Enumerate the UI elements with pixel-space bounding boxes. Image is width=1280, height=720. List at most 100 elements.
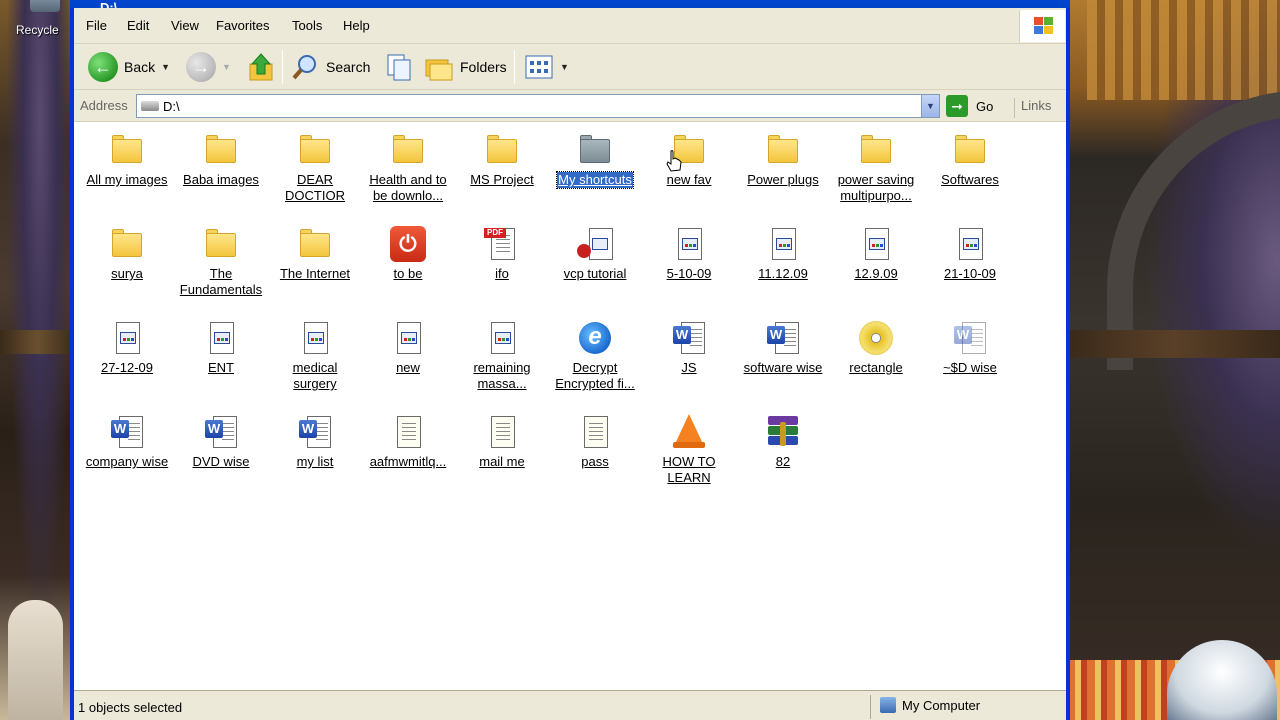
- file-item-label: DVD wise: [192, 454, 250, 469]
- menu-bar: File Edit View Favorites Tools Help: [74, 8, 1066, 44]
- file-item-label: Health and to be downlo...: [369, 172, 447, 203]
- folder-icon: [765, 132, 801, 168]
- document-icon: [765, 226, 801, 262]
- folder-icon: [858, 132, 894, 168]
- file-item-label: HOW TO LEARN: [662, 454, 716, 485]
- internet-explorer-icon: e: [577, 320, 613, 356]
- menu-help[interactable]: Help: [343, 18, 370, 33]
- file-item[interactable]: The Internet: [269, 226, 361, 282]
- file-item-label: medical surgery: [292, 360, 338, 391]
- file-item[interactable]: W DVD wise: [175, 414, 267, 470]
- file-item[interactable]: rectangle: [830, 320, 922, 376]
- text-file-icon: [390, 414, 426, 450]
- file-item-label: ENT: [208, 360, 234, 375]
- file-item[interactable]: MS Project: [456, 132, 548, 188]
- file-item[interactable]: All my images: [81, 132, 173, 188]
- menu-tools[interactable]: Tools: [292, 18, 322, 33]
- file-item-label: 5-10-09: [666, 266, 712, 281]
- file-item[interactable]: Wsoftware wise: [737, 320, 829, 376]
- file-item[interactable]: 5-10-09: [643, 226, 735, 282]
- file-item-label: company wise: [85, 454, 169, 469]
- file-item[interactable]: new fav: [643, 132, 735, 188]
- copy-to-button[interactable]: [384, 51, 414, 83]
- folders-button[interactable]: Folders: [424, 51, 507, 83]
- address-input[interactable]: D:\ ▼: [136, 94, 940, 118]
- desktop-wallpaper-left: [0, 0, 75, 720]
- file-item[interactable]: Wcompany wise: [81, 414, 173, 470]
- file-item[interactable]: 27-12-09: [81, 320, 173, 376]
- word-document-icon: W: [109, 414, 145, 450]
- title-bar[interactable]: D:\: [70, 0, 1070, 15]
- file-item[interactable]: 12.9.09: [830, 226, 922, 282]
- back-button[interactable]: ← Back ▼: [88, 51, 170, 83]
- file-item-label: DEAR DOCTIOR: [285, 172, 345, 203]
- file-item[interactable]: PDF ifo: [456, 226, 548, 282]
- folder-icon: [390, 132, 426, 168]
- file-item[interactable]: medical surgery: [269, 320, 361, 392]
- pdf-file-icon: PDF: [484, 226, 520, 262]
- file-item[interactable]: DEAR DOCTIOR: [269, 132, 361, 204]
- file-item[interactable]: e Decrypt Encrypted fi...: [549, 320, 641, 392]
- file-item[interactable]: W ~$D wise: [924, 320, 1016, 376]
- search-icon: [292, 55, 316, 80]
- file-item[interactable]: 82: [737, 414, 829, 470]
- menu-edit[interactable]: Edit: [127, 18, 149, 33]
- address-label: Address: [80, 98, 128, 113]
- go-arrow-icon: ➞: [946, 95, 968, 117]
- menu-view[interactable]: View: [171, 18, 199, 33]
- file-item[interactable]: new: [362, 320, 454, 376]
- wallpaper-dome: [1167, 640, 1277, 720]
- file-item[interactable]: remaining massa...: [456, 320, 548, 392]
- folders-label: Folders: [460, 59, 507, 75]
- go-button[interactable]: ➞ Go: [946, 94, 993, 118]
- file-item[interactable]: Power plugs: [737, 132, 829, 188]
- windows-logo: [1019, 10, 1065, 42]
- folder-icon: [297, 226, 333, 262]
- file-item[interactable]: The Fundamentals: [175, 226, 267, 298]
- my-computer-icon: [880, 697, 896, 713]
- word-document-icon: W: [297, 414, 333, 450]
- file-item-label: new: [396, 360, 420, 375]
- file-item[interactable]: pass: [549, 414, 641, 470]
- file-item-label: power saving multipurpo...: [837, 172, 915, 203]
- recycle-bin-desktop-icon[interactable]: Recycle: [0, 0, 75, 40]
- file-item[interactable]: ⏻ to be: [362, 226, 454, 282]
- file-item[interactable]: W JS: [643, 320, 735, 376]
- views-button[interactable]: ▼: [524, 51, 569, 83]
- file-item[interactable]: HOW TO LEARN: [643, 414, 735, 486]
- file-item[interactable]: Wmy list: [269, 414, 361, 470]
- chevron-down-icon[interactable]: ▼: [560, 62, 569, 72]
- file-item[interactable]: power saving multipurpo...: [830, 132, 922, 204]
- chevron-down-icon[interactable]: ▼: [161, 62, 170, 72]
- file-item-label: MS Project: [470, 172, 534, 187]
- document-icon: [484, 320, 520, 356]
- file-item[interactable]: 21-10-09: [924, 226, 1016, 282]
- file-item[interactable]: mail me: [456, 414, 548, 470]
- file-item[interactable]: ENT: [175, 320, 267, 376]
- file-item[interactable]: vcp tutorial: [549, 226, 641, 282]
- search-button[interactable]: Search: [290, 51, 370, 83]
- file-item[interactable]: Health and to be downlo...: [362, 132, 454, 204]
- up-folder-button[interactable]: [246, 51, 276, 83]
- file-item[interactable]: aafmwmitlq...: [362, 414, 454, 470]
- menu-file[interactable]: File: [86, 18, 107, 33]
- menu-favorites[interactable]: Favorites: [216, 18, 269, 33]
- file-item[interactable]: 11.12.09: [737, 226, 829, 282]
- wallpaper-carving: [1087, 0, 1280, 100]
- word-document-icon: W: [952, 320, 988, 356]
- chevron-down-icon[interactable]: ▼: [921, 95, 939, 117]
- wallpaper-band: [1067, 330, 1280, 358]
- file-item[interactable]: Softwares: [924, 132, 1016, 188]
- file-list-view[interactable]: All my images Baba images DEAR DOCTIOR Heal…: [74, 122, 1066, 690]
- folders-icon: [425, 59, 453, 81]
- file-item[interactable]: My shortcuts: [549, 132, 641, 189]
- chevron-down-icon[interactable]: ▼: [222, 62, 231, 72]
- copy-pages-icon: [387, 54, 411, 81]
- file-item-label: vcp tutorial: [563, 266, 627, 281]
- file-item[interactable]: Baba images: [175, 132, 267, 188]
- forward-button[interactable]: → ▼: [186, 51, 231, 83]
- file-item[interactable]: surya: [81, 226, 173, 282]
- windows-flag-icon: [1034, 17, 1054, 35]
- links-toolbar[interactable]: Links: [1014, 98, 1051, 118]
- text-file-icon: [484, 414, 520, 450]
